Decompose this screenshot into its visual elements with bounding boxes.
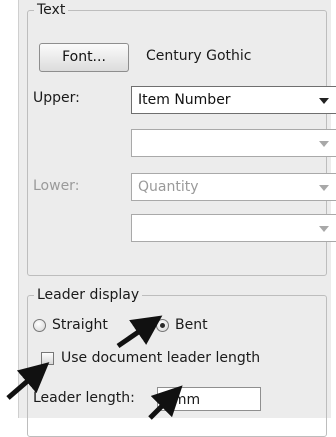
arrow-to-bent-radio [116,315,163,349]
arrow-to-checkbox [6,362,50,400]
arrow-to-length-input [148,385,183,420]
callout-arrow-icon [6,315,183,420]
